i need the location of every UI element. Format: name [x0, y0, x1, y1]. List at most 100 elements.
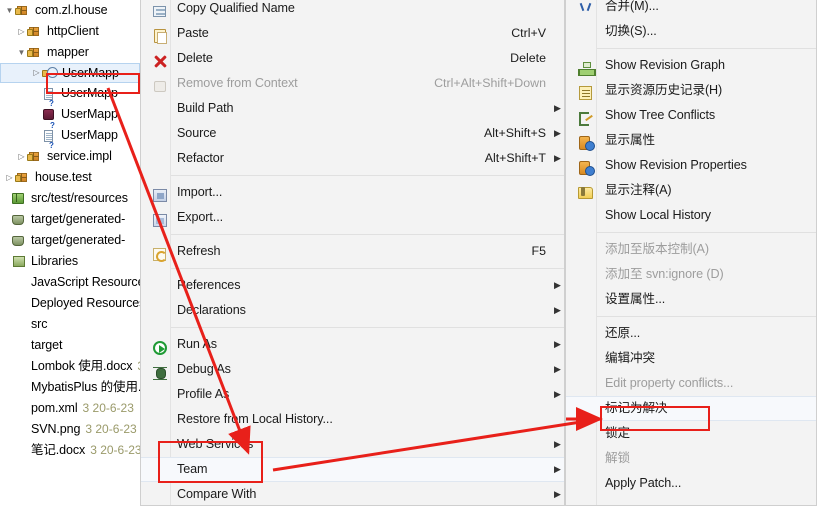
- menu-item[interactable]: Restore from Local History...: [141, 407, 564, 432]
- tree-item[interactable]: ? UserMapp: [0, 104, 140, 130]
- tree-twisty-icon[interactable]: ▷: [4, 167, 15, 188]
- package-icon: [27, 45, 44, 61]
- menu-item[interactable]: Run As ▶: [141, 332, 564, 357]
- tree-item[interactable]: target/generated-: [0, 230, 140, 251]
- tree-item-meta: 3 20-6-23: [90, 443, 140, 457]
- tree-item[interactable]: ▷ httpClient: [0, 21, 140, 42]
- menu-item-shortcut: F5: [531, 244, 546, 258]
- tree-item[interactable]: ▷ service.impl: [0, 146, 140, 167]
- menu-item-shortcut: Ctrl+V: [511, 26, 546, 40]
- menu-item[interactable]: Debug As ▶: [141, 357, 564, 382]
- menu-item[interactable]: 合并(M)...: [566, 0, 816, 19]
- menu-item[interactable]: 显示注释(A): [566, 178, 816, 203]
- menu-item[interactable]: Build Path ▶: [141, 96, 564, 121]
- tree-item-meta: 3 20-6-23: [85, 422, 137, 436]
- tree-item[interactable]: target/generated-: [0, 209, 140, 230]
- menu-item[interactable]: Delete Delete: [141, 46, 564, 71]
- tree-twisty-icon[interactable]: ▷: [16, 146, 27, 167]
- menu-item-label: Build Path: [177, 101, 234, 115]
- menu-item[interactable]: Source Alt+Shift+S ▶: [141, 121, 564, 146]
- context-menu-items: Copy Qualified Name Paste Ctrl+V Delete Dele…: [141, 0, 564, 505]
- menu-item[interactable]: Copy Qualified Name: [141, 0, 564, 21]
- eclipse-context-menu[interactable]: Copy Qualified Name Paste Ctrl+V Delete Dele…: [140, 0, 565, 506]
- menu-item[interactable]: Refactor Alt+Shift+T ▶: [141, 146, 564, 171]
- menu-item-label: Edit property conflicts...: [605, 376, 734, 390]
- menu-item[interactable]: Refresh F5: [141, 239, 564, 264]
- menu-item-label: 设置属性...: [605, 292, 666, 306]
- menu-item[interactable]: Export...: [141, 205, 564, 230]
- tree-item-label: 笔记.docx: [31, 443, 86, 457]
- menu-item[interactable]: Profile As ▶: [141, 382, 564, 407]
- show-annotations-icon: [572, 182, 593, 199]
- tree-item-label: house.test: [35, 170, 92, 184]
- tree-item[interactable]: target: [0, 335, 140, 356]
- none: [11, 275, 28, 291]
- menu-item[interactable]: 解锁: [566, 446, 816, 471]
- menu-item[interactable]: Edit property conflicts...: [566, 371, 816, 396]
- menu-item[interactable]: Show Local History: [566, 203, 816, 228]
- submenu-arrow-icon: ▶: [554, 364, 561, 374]
- menu-item-label: Apply Patch...: [605, 476, 682, 490]
- tree-item[interactable]: Libraries: [0, 251, 140, 272]
- menu-separator: [171, 327, 564, 328]
- annotation-highlight-box: [158, 441, 263, 483]
- menu-item[interactable]: Declarations ▶: [141, 298, 564, 323]
- menu-item[interactable]: 显示资源历史记录(H): [566, 78, 816, 103]
- none: [11, 422, 28, 438]
- copy-qualified-name-icon: [147, 0, 166, 17]
- menu-item[interactable]: 添加至版本控制(A): [566, 237, 816, 262]
- database-icon: ?: [41, 107, 58, 130]
- tree-item[interactable]: src/test/resources: [0, 188, 140, 209]
- tree-item[interactable]: ▼ com.zl.house: [0, 0, 140, 21]
- target-folder-icon: [11, 233, 28, 249]
- menu-item-label: 解锁: [605, 451, 630, 465]
- tree-twisty-icon[interactable]: ▼: [4, 0, 15, 21]
- menu-item-label: Paste: [177, 26, 209, 40]
- menu-separator: [597, 316, 816, 317]
- tree-item-label: MybatisPlus 的使用.d: [31, 380, 140, 394]
- tree-item[interactable]: ▼ mapper: [0, 42, 140, 63]
- tree-item-label: target/generated-: [31, 212, 126, 226]
- tree-item[interactable]: ▷ house.test: [0, 167, 140, 188]
- menu-item[interactable]: Apply Patch...: [566, 471, 816, 496]
- none: [11, 401, 28, 417]
- tree-item-label: JavaScript Resources: [31, 275, 140, 289]
- tree-item[interactable]: Deployed Resources: [0, 293, 140, 314]
- menu-item[interactable]: References ▶: [141, 273, 564, 298]
- menu-item[interactable]: Remove from Context Ctrl+Alt+Shift+Down: [141, 71, 564, 96]
- tree-item[interactable]: Lombok 使用.docx3: [0, 356, 140, 377]
- menu-item[interactable]: Show Revision Properties: [566, 153, 816, 178]
- menu-item-label: Show Local History: [605, 208, 711, 222]
- menu-item-label: Run As: [177, 337, 218, 351]
- menu-item-label: Remove from Context: [177, 76, 298, 90]
- menu-item[interactable]: Show Tree Conflicts: [566, 103, 816, 128]
- submenu-arrow-icon: ▶: [554, 439, 561, 449]
- menu-item-label: 显示资源历史记录(H): [605, 83, 723, 97]
- menu-separator: [597, 48, 816, 49]
- menu-item[interactable]: 显示属性: [566, 128, 816, 153]
- tree-item[interactable]: src: [0, 314, 140, 335]
- menu-item[interactable]: 设置属性...: [566, 287, 816, 312]
- tree-item[interactable]: ? UserMapp: [0, 125, 140, 150]
- menu-item[interactable]: 还原...: [566, 321, 816, 346]
- export-icon: [147, 209, 167, 227]
- submenu-arrow-icon: ▶: [554, 280, 561, 290]
- tree-item[interactable]: JavaScript Resources: [0, 272, 140, 293]
- menu-item[interactable]: Paste Ctrl+V: [141, 21, 564, 46]
- menu-item[interactable]: Import...: [141, 180, 564, 205]
- menu-item[interactable]: Show Revision Graph: [566, 53, 816, 78]
- none: [11, 317, 28, 333]
- menu-item[interactable]: 添加至 svn:ignore (D): [566, 262, 816, 287]
- menu-item-label: Declarations: [177, 303, 246, 317]
- tree-item[interactable]: SVN.png 3 20-6-23: [0, 419, 140, 440]
- menu-item[interactable]: 编辑冲突: [566, 346, 816, 371]
- tree-twisty-icon[interactable]: ▷: [16, 21, 27, 42]
- tree-twisty-icon[interactable]: ▼: [16, 42, 27, 63]
- menu-item[interactable]: Compare With ▶: [141, 482, 564, 505]
- menu-item[interactable]: 切换(S)...: [566, 19, 816, 44]
- tree-item-label: mapper: [47, 45, 89, 59]
- tree-twisty-icon[interactable]: ▷: [31, 64, 42, 82]
- tree-item[interactable]: pom.xml 3 20-6-23: [0, 398, 140, 419]
- tree-item[interactable]: MybatisPlus 的使用.d: [0, 377, 140, 398]
- tree-item[interactable]: 笔记.docx 3 20-6-23: [0, 440, 140, 461]
